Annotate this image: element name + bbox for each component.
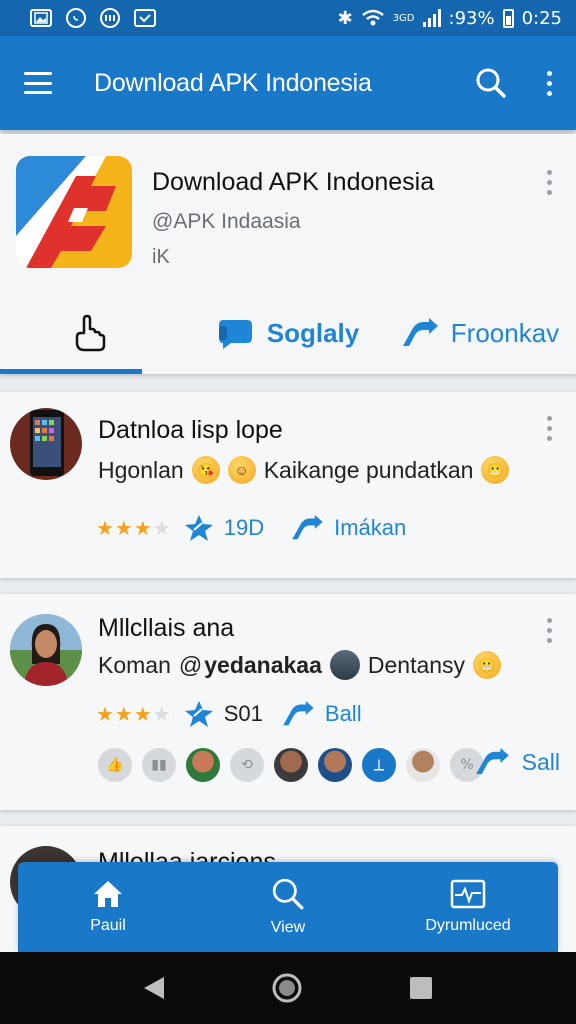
search-icon[interactable] — [475, 67, 507, 99]
share-all-button[interactable]: Sall — [474, 748, 560, 776]
bluetooth-icon: ✱ — [337, 7, 353, 29]
send-icon — [283, 701, 314, 726]
profile-handle: @APK Indaasia — [152, 210, 301, 233]
clock: 0:25 — [521, 7, 562, 29]
repost-button[interactable]: S01 — [184, 700, 263, 728]
nav-view[interactable]: View — [198, 862, 378, 952]
repost-icon — [184, 701, 213, 727]
signal-icon — [422, 9, 441, 27]
share-button[interactable]: Ball — [281, 701, 362, 727]
mini-avatar — [329, 650, 360, 680]
post-avatar-phone — [10, 408, 82, 480]
app-title: Download APK Indonesia — [94, 68, 372, 97]
send-icon — [292, 515, 323, 540]
menu-icon[interactable] — [24, 72, 52, 94]
overflow-menu-icon[interactable] — [547, 70, 552, 96]
repost-count: 19D — [223, 515, 265, 540]
thumbs-up-icon[interactable]: 👍 — [98, 748, 132, 782]
share-label: Imákan — [334, 515, 407, 540]
whatsapp-icon — [66, 8, 86, 28]
reactor-avatar[interactable] — [406, 748, 440, 782]
app-logo — [16, 156, 132, 268]
send-icon — [475, 748, 509, 775]
battery-percent: :93% — [448, 7, 495, 29]
tab-froonkav[interactable]: Froonkav — [384, 292, 576, 374]
post-meta: ★★★★ S01 Ball — [96, 700, 362, 728]
profile-name: Download APK Indonesia — [152, 168, 435, 196]
post-meta: ★★★★ 19D Imákan — [96, 514, 406, 542]
mail-icon — [134, 9, 156, 27]
reactor-avatar[interactable] — [318, 748, 352, 782]
profile-tabs: Soglaly Froonkav — [0, 292, 576, 374]
bars-icon[interactable]: ▮▮ — [142, 748, 176, 782]
reactor-avatar[interactable] — [186, 748, 220, 782]
profile-menu-icon[interactable] — [547, 170, 552, 195]
messenger-icon — [100, 8, 120, 28]
home-button-icon[interactable] — [271, 972, 303, 1004]
notification-icons — [30, 8, 156, 28]
send-icon — [402, 318, 438, 346]
status-bar: ✱ 3GD :93% 0:25 — [0, 0, 576, 36]
star-rating: ★★★★ — [96, 703, 172, 726]
tab-like[interactable] — [0, 292, 192, 374]
post-title: Datnloa lisp lope — [98, 416, 283, 444]
system-status: ✱ 3GD :93% 0:25 — [338, 8, 562, 29]
post-card[interactable]: Mllcllais ana Koman @ yedanakaa Dentansy… — [0, 594, 576, 810]
post-menu-icon[interactable] — [547, 416, 552, 441]
wifi-icon — [361, 9, 384, 26]
smile-emoji-icon: ☺ — [227, 456, 256, 484]
nav-dyrumluced[interactable]: Dyrumluced — [378, 862, 558, 952]
share-all-label: Sall — [521, 748, 560, 775]
reactor-avatar[interactable] — [274, 748, 308, 782]
chat-icon — [218, 320, 252, 349]
info-icon[interactable]: ⟂ — [362, 748, 396, 782]
search-icon — [272, 878, 304, 910]
tab-froonkav-label: Froonkav — [450, 317, 560, 348]
kiss-emoji-icon: 😘 — [191, 456, 220, 484]
network-type: 3GD — [392, 12, 415, 24]
link-icon[interactable]: ⟲ — [230, 748, 264, 782]
tab-indicator — [0, 369, 142, 374]
profile-extra: iK — [152, 246, 170, 268]
pulse-icon — [450, 879, 486, 909]
repost-count: S01 — [223, 701, 263, 726]
tab-soglaly[interactable]: Soglaly — [192, 292, 384, 374]
grin-emoji-icon: 😬 — [473, 651, 502, 679]
gallery-icon — [30, 9, 52, 27]
post-text: Hgonlan 😘 ☺ Kaikange pundatkan 😬 — [98, 456, 510, 484]
post-menu-icon[interactable] — [547, 618, 552, 643]
mention[interactable]: yedanakaa — [204, 652, 322, 679]
back-icon[interactable] — [142, 975, 166, 1001]
reaction-row: 👍 ▮▮ ⟲ ⟂ % — [98, 748, 484, 782]
share-label: Ball — [324, 701, 362, 726]
share-button[interactable]: Imákan — [290, 515, 406, 541]
battery-icon — [502, 8, 514, 28]
home-icon — [94, 881, 122, 907]
post-title: Mllcllais ana — [98, 614, 235, 642]
star-rating: ★★★★ — [96, 517, 172, 540]
repost-button[interactable]: 19D — [184, 514, 264, 542]
hand-pointer-icon — [75, 314, 106, 352]
post-text: Koman @ yedanakaa Dentansy 😬 — [98, 650, 502, 680]
grin-emoji-icon: 😬 — [481, 456, 510, 484]
post-avatar-woman — [10, 614, 82, 686]
bottom-navigation: Pauil View Dyrumluced — [18, 862, 558, 952]
profile-card: Download APK Indonesia @APK Indaasia iK … — [0, 134, 576, 374]
post-card[interactable]: Datnloa lisp lope Hgonlan 😘 ☺ Kaikange p… — [0, 392, 576, 578]
system-navigation-bar — [0, 952, 576, 1024]
recents-icon[interactable] — [408, 975, 434, 1001]
nav-home[interactable]: Pauil — [18, 862, 198, 952]
tab-soglaly-label: Soglaly — [266, 317, 360, 348]
app-bar: Download APK Indonesia — [0, 36, 576, 130]
repost-icon — [184, 515, 213, 541]
